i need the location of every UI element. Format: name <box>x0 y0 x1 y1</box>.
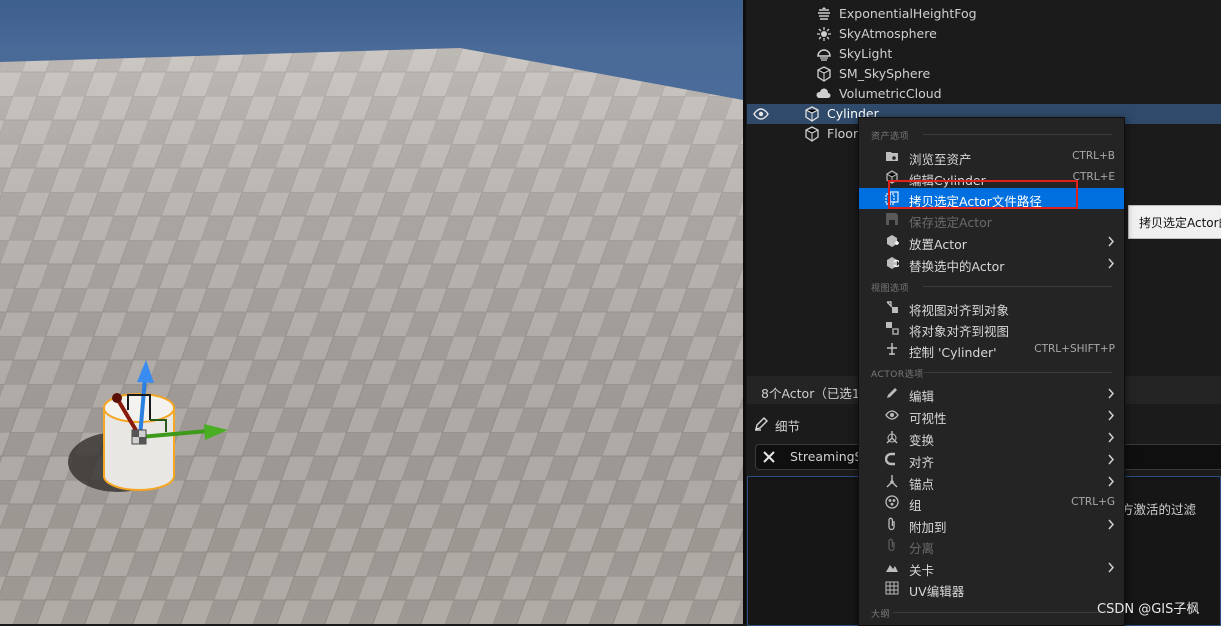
panel-splitter[interactable] <box>743 0 746 624</box>
fog-icon <box>818 7 830 20</box>
paperclip-icon <box>888 517 895 531</box>
outliner-item-label: Floor <box>827 126 859 141</box>
submenu-arrow-icon <box>1108 432 1115 443</box>
static-mesh-icon <box>805 126 819 142</box>
outliner-item-label: ExponentialHeightFog <box>839 6 977 21</box>
cloud-icon <box>816 88 831 98</box>
outliner-item-label: SM_SkySphere <box>839 66 931 81</box>
detach-icon <box>888 538 895 552</box>
static-mesh-icon <box>805 106 819 122</box>
tooltip-text: 拷贝选定Actor的 <box>1139 216 1221 230</box>
pencil-icon <box>755 417 768 431</box>
menu-item-level[interactable]: 关卡 <box>859 557 1124 578</box>
menu-item-pilot-cylinder[interactable]: 控制 'Cylinder' CTRL+SHIFT+P <box>859 339 1124 360</box>
magnet-icon <box>885 452 895 466</box>
level-icon <box>886 565 898 572</box>
transform-icon <box>886 431 898 444</box>
clear-search-icon[interactable] <box>761 449 777 465</box>
level-viewport[interactable] <box>0 0 743 624</box>
static-mesh-icon <box>817 66 831 82</box>
actor-count-text: 8个Actor（已选1 <box>761 386 860 401</box>
group-icon <box>885 495 899 509</box>
visibility-eye-icon[interactable] <box>753 106 769 122</box>
snap-object-icon <box>886 322 899 335</box>
browse-asset-icon <box>886 152 898 161</box>
floor-plane <box>0 48 743 624</box>
menu-item-transform[interactable]: 变换 <box>859 427 1124 448</box>
menu-item-snap-view-to-object[interactable]: 将视图对齐到对象 <box>859 297 1124 318</box>
replace-actor-icon <box>887 257 899 269</box>
outliner-row-volumetric-cloud[interactable]: VolumetricCloud <box>747 84 1221 104</box>
menu-item-detach[interactable]: 分离 <box>859 535 1124 556</box>
outliner-item-label: SkyAtmosphere <box>839 26 937 41</box>
submenu-arrow-icon <box>1108 410 1115 421</box>
submenu-arrow-icon <box>1108 476 1115 487</box>
skylight-icon <box>817 49 831 61</box>
menu-item-browse-to-asset[interactable]: 浏览至资产 CTRL+B <box>859 146 1124 167</box>
snap-view-icon <box>886 301 898 313</box>
outliner-row-sky-atmosphere[interactable]: SkyAtmosphere <box>747 24 1221 44</box>
save-icon <box>886 213 898 225</box>
annotation-highlight-box <box>888 180 1078 209</box>
place-actor-icon <box>887 235 899 247</box>
outliner-item-label: VolumetricCloud <box>839 86 942 101</box>
section-header-view: 视图选项 <box>859 278 1124 294</box>
menu-item-visibility[interactable]: 可视性 <box>859 405 1124 426</box>
menu-item-replace-selected-actor[interactable]: 替换选中的Actor <box>859 253 1124 274</box>
eye-icon <box>885 410 899 420</box>
menu-item-group[interactable]: 组 CTRL+G <box>859 492 1124 513</box>
section-header-actor: ACTOR选项 <box>859 364 1124 380</box>
pencil-icon <box>887 388 897 398</box>
menu-item-uv-editor[interactable]: UV编辑器 <box>859 578 1124 599</box>
menu-item-snap[interactable]: 对齐 <box>859 449 1124 470</box>
outliner-row-skysphere[interactable]: SM_SkySphere <box>747 64 1221 84</box>
section-header-outline: 大纲 <box>859 604 1124 620</box>
menu-item-pivot[interactable]: 锚点 <box>859 471 1124 492</box>
submenu-arrow-icon <box>1108 562 1115 573</box>
outliner-row-skylight[interactable]: SkyLight <box>747 44 1221 64</box>
submenu-arrow-icon <box>1108 519 1115 530</box>
menu-item-edit[interactable]: 编辑 <box>859 383 1124 404</box>
submenu-arrow-icon <box>1108 236 1115 247</box>
menu-item-place-actor[interactable]: 放置Actor <box>859 231 1124 252</box>
pilot-icon <box>887 343 897 355</box>
tooltip: 拷贝选定Actor的 <box>1128 205 1221 239</box>
uv-grid-icon <box>885 581 899 595</box>
outliner-item-label: SkyLight <box>839 46 893 61</box>
menu-item-snap-object-to-view[interactable]: 将对象对齐到视图 <box>859 318 1124 339</box>
submenu-arrow-icon <box>1108 388 1115 399</box>
outliner-row-fog[interactable]: ExponentialHeightFog <box>747 4 1221 24</box>
submenu-arrow-icon <box>1108 258 1115 269</box>
details-title: 细节 <box>775 419 801 434</box>
menu-item-save-selected-actor[interactable]: 保存选定Actor <box>859 209 1124 230</box>
viewport-scene <box>0 48 743 624</box>
section-header-asset: 资产选项 <box>859 126 1124 142</box>
pivot-icon <box>886 475 898 488</box>
sky-atmosphere-icon <box>817 27 831 41</box>
watermark-text: CSDN @GIS子枫 <box>1097 602 1200 617</box>
menu-item-attach-to[interactable]: 附加到 <box>859 514 1124 535</box>
submenu-arrow-icon <box>1108 454 1115 465</box>
